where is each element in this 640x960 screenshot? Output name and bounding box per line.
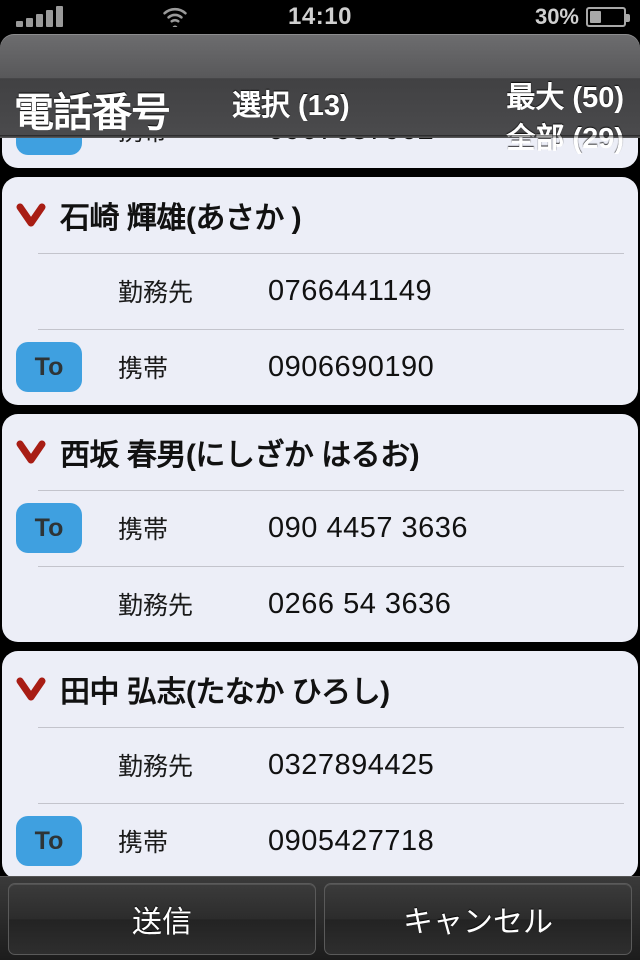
phone-entry-row[interactable]: To 携帯 0905427718 (2, 803, 638, 876)
to-badge[interactable]: To (16, 816, 82, 866)
to-badge[interactable]: To (16, 503, 82, 553)
phone-entry-row[interactable]: To 携帯 090 4457 3636 (2, 490, 638, 566)
contact-name: 西坂 春男(にしざか はるお) (60, 439, 420, 472)
contact-name-row[interactable]: 田中 弘志(たなか ひろし) (2, 651, 638, 727)
phone-entry-row[interactable]: To 携帯 0906690190 (2, 329, 638, 405)
to-toggle[interactable]: To (2, 579, 100, 629)
battery-status: 30% (534, 4, 630, 30)
phone-number: 0766441149 (268, 274, 433, 307)
chevron-down-icon[interactable] (2, 201, 60, 229)
battery-icon (586, 7, 630, 27)
to-toggle[interactable]: To (2, 740, 100, 790)
navigation-header: 電話番号 選択 (13) 最大 (50) 全部 (29) (0, 34, 640, 155)
battery-percent-label: 30% (534, 4, 579, 29)
phone-type-label: 携帯 (100, 138, 268, 148)
phone-type-label: 携帯 (118, 829, 169, 857)
send-button[interactable]: 送信 (8, 882, 316, 955)
phone-entry-row[interactable]: To 勤務先 0766441149 (2, 253, 638, 329)
phone-screen: 14:10 30% 電話番号 選択 (13) 最大 (50) 全部 (29) T… (0, 0, 640, 960)
page-title: 電話番号 (14, 91, 171, 135)
to-toggle[interactable]: To (2, 138, 100, 155)
phone-number: 0906690190 (268, 350, 435, 383)
phone-type-label: 携帯 (118, 355, 169, 383)
phone-number: 0905427718 (268, 824, 435, 857)
total-count-label[interactable]: 全部 (29) (506, 119, 624, 160)
to-badge[interactable]: To (16, 138, 82, 155)
phone-type-label: 携帯 (118, 516, 169, 544)
contact-card[interactable]: 田中 弘志(たなか ひろし) To 勤務先 0327894425 To 携帯 0905427… (2, 651, 638, 876)
phone-number: 090 4457 3636 (268, 511, 469, 544)
to-toggle[interactable]: To (2, 816, 100, 866)
battery-fill (590, 11, 601, 23)
phone-type-label: 勤務先 (118, 592, 194, 620)
to-toggle[interactable]: To (2, 503, 100, 553)
phone-entry-row[interactable]: To 勤務先 0327894425 (2, 727, 638, 803)
contact-list[interactable]: To携帯0907637902石崎 輝雄(あさか )To勤務先0766441149… (0, 138, 640, 876)
selected-count-label[interactable]: 選択 (13) (232, 82, 350, 124)
cancel-button[interactable]: キャンセル (324, 882, 632, 955)
contact-name-row[interactable]: 石崎 輝雄(あさか ) (2, 177, 638, 253)
status-bar: 14:10 30% (0, 0, 640, 34)
contact-name-row[interactable]: 西坂 春男(にしざか はるお) (2, 414, 638, 490)
to-toggle[interactable]: To (2, 266, 100, 316)
contact-card[interactable]: 石崎 輝雄(あさか ) To 勤務先 0766441149 To 携帯 0906690190 (2, 177, 638, 405)
phone-entry-row[interactable]: To 勤務先 0266 54 3636 (2, 566, 638, 642)
chevron-down-icon[interactable] (2, 675, 60, 703)
max-count-label[interactable]: 最大 (50) (506, 78, 624, 119)
contact-name: 石崎 輝雄(あさか ) (60, 202, 302, 235)
counts-group: 最大 (50) 全部 (29) (506, 78, 624, 160)
phone-number: 0327894425 (268, 748, 435, 781)
to-toggle[interactable]: To (2, 342, 100, 392)
phone-number: 0266 54 3636 (268, 587, 452, 620)
phone-type-label: 勤務先 (118, 753, 194, 781)
phone-number: 0907637902 (268, 138, 434, 147)
contact-name: 田中 弘志(たなか ひろし) (60, 676, 390, 709)
to-badge[interactable]: To (16, 342, 82, 392)
contact-card[interactable]: 西坂 春男(にしざか はるお) To 携帯 090 4457 3636 To 勤務先 026… (2, 414, 638, 642)
bottom-toolbar: 送信 キャンセル (0, 876, 640, 960)
phone-type-label: 勤務先 (118, 279, 194, 307)
chevron-down-icon[interactable] (2, 438, 60, 466)
